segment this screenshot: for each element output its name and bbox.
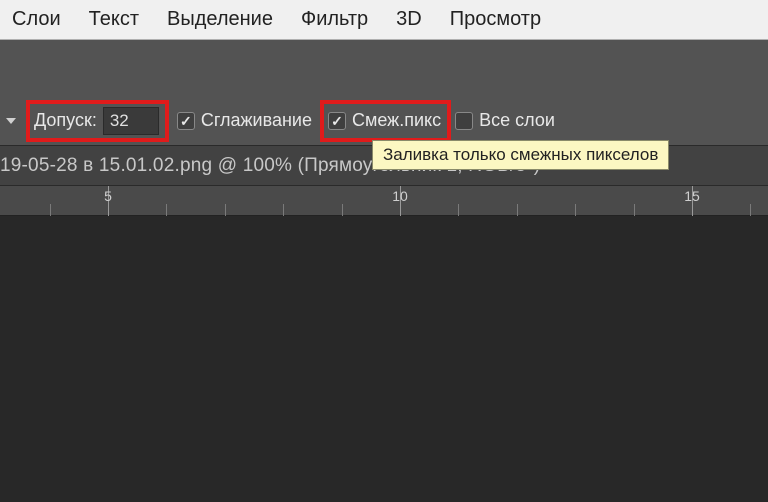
ruler-minor-tick [225, 204, 226, 216]
ruler-minor-tick [634, 204, 635, 216]
ruler-tick-label: 5 [104, 188, 112, 204]
contiguous-label: Смеж.пикс [352, 110, 441, 131]
options-spacer [0, 40, 768, 96]
tolerance-label: Допуск: [34, 110, 97, 131]
menu-text[interactable]: Текст [89, 8, 139, 31]
ruler-minor-tick [575, 204, 576, 216]
menu-select[interactable]: Выделение [167, 8, 273, 31]
menu-filter[interactable]: Фильтр [301, 8, 368, 31]
all-layers-option[interactable]: Все слои [455, 110, 555, 131]
ruler-minor-tick [517, 204, 518, 216]
ruler-minor-tick [458, 204, 459, 216]
menu-view[interactable]: Просмотр [450, 8, 541, 31]
ruler-tick-label: 10 [392, 188, 408, 204]
ruler-tick-label: 15 [684, 188, 700, 204]
tolerance-input[interactable] [103, 107, 159, 135]
menu-layers[interactable]: Слои [12, 8, 61, 31]
contiguous-tooltip: Заливка только смежных пикселов [372, 140, 669, 170]
antialias-option[interactable]: Сглаживание [177, 110, 312, 131]
contiguous-group-highlight: Смеж.пикс [320, 100, 451, 142]
top-menu-bar: Слои Текст Выделение Фильтр 3D Просмотр [0, 0, 768, 40]
contiguous-option[interactable]: Смеж.пикс [328, 110, 441, 131]
tolerance-group-highlight: Допуск: [26, 100, 169, 142]
antialias-label: Сглаживание [201, 110, 312, 131]
canvas-area[interactable] [0, 216, 768, 502]
all-layers-label: Все слои [479, 110, 555, 131]
ruler-minor-tick [283, 204, 284, 216]
contiguous-checkbox[interactable] [328, 112, 346, 130]
ruler-minor-tick [166, 204, 167, 216]
ruler-minor-tick [50, 204, 51, 216]
antialias-checkbox[interactable] [177, 112, 195, 130]
ruler-minor-tick [750, 204, 751, 216]
chevron-down-icon [6, 118, 16, 124]
tool-preset-dropdown[interactable] [0, 107, 22, 135]
all-layers-checkbox[interactable] [455, 112, 473, 130]
tool-options-bar: Допуск: Сглаживание Смеж.пикс Все слои З… [0, 96, 768, 146]
horizontal-ruler[interactable]: 5 10 15 [0, 186, 768, 216]
ruler-minor-tick [342, 204, 343, 216]
menu-3d[interactable]: 3D [396, 8, 422, 31]
